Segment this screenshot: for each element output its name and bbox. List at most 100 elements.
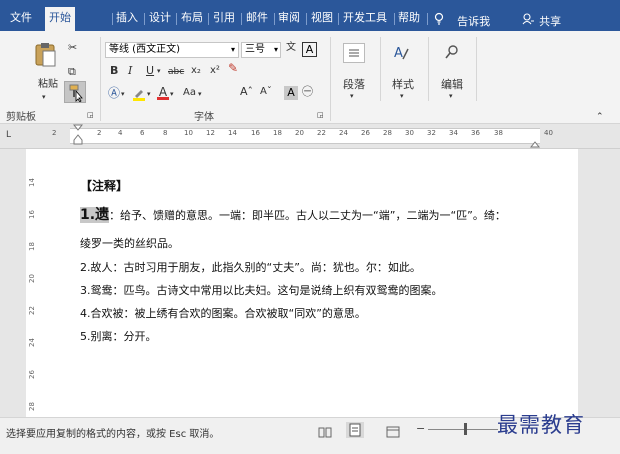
change-case-icon[interactable]: Aa [183, 87, 196, 99]
subscript-icon[interactable]: x₂ [191, 65, 201, 77]
group-divider [476, 37, 477, 101]
styles-icon[interactable]: A [392, 44, 410, 66]
vruler-number: 24 [28, 338, 36, 347]
tell-me-label: 告诉我 [457, 15, 491, 28]
tab-references[interactable]: 引用 [209, 9, 239, 31]
vertical-ruler[interactable]: 14 16 18 20 22 24 26 28 [26, 149, 43, 417]
enclose-characters-icon[interactable]: ㊀ [302, 86, 313, 98]
cut-icon[interactable]: ✂ [68, 42, 77, 54]
search-icon[interactable] [444, 44, 460, 64]
tab-help[interactable]: 帮助 [394, 9, 424, 31]
note-line-4: 4.合欢被：被上绣有合欢的图案。合欢被取“同欢”的意思。 [80, 307, 366, 320]
font-name-combobox[interactable]: 等线 (西文正文) ▾ [105, 42, 239, 58]
indent-marker-icon[interactable] [72, 124, 84, 152]
group-divider [100, 37, 101, 121]
share-label: 共享 [539, 15, 562, 28]
ruler-number: 10 [184, 129, 193, 137]
italic-icon[interactable]: I [128, 65, 132, 77]
paste-button[interactable] [32, 41, 58, 71]
share-button[interactable]: 共享 [522, 10, 561, 29]
ruler-number: 22 [317, 129, 326, 137]
chevron-down-icon[interactable]: ▾ [400, 90, 404, 102]
format-painter-button[interactable] [64, 81, 86, 103]
copy-icon[interactable]: ⧉ [68, 66, 76, 78]
clipboard-icon [35, 43, 56, 67]
chevron-down-icon[interactable]: ▾ [170, 88, 174, 100]
print-layout-icon[interactable] [346, 422, 364, 438]
dialog-launcher-icon[interactable]: ◲ [317, 109, 324, 121]
chevron-down-icon[interactable]: ▾ [198, 88, 202, 100]
tab-mailings[interactable]: 邮件 [242, 9, 272, 31]
ruler-number: 36 [471, 129, 480, 137]
paragraph-icon [349, 49, 359, 57]
tab-design[interactable]: 设计 [145, 9, 175, 31]
chevron-down-icon[interactable]: ▾ [157, 65, 161, 77]
clear-formatting-icon[interactable]: ✎ [228, 62, 238, 74]
vruler-number: 26 [28, 370, 36, 379]
tab-home[interactable]: 开始 [45, 7, 75, 31]
tell-me-box[interactable]: 告诉我 [434, 10, 490, 29]
chevron-down-icon[interactable]: ▾ [350, 90, 354, 102]
group-divider [330, 37, 331, 121]
note-line-3: 3.鸳鸯：匹鸟。古诗文中常用以比夫妇。这句是说绮上织有双鸳鸯的图案。 [80, 284, 443, 297]
ruler-number: 6 [140, 129, 145, 137]
ruler-number: 4 [118, 129, 123, 137]
highlight-icon[interactable] [132, 86, 146, 101]
underline-icon[interactable]: U [146, 65, 154, 77]
ruler-number: 2 [97, 129, 102, 137]
ruler-number: 40 [544, 129, 553, 137]
paragraph-button[interactable] [343, 43, 365, 63]
ruler-number: 38 [494, 129, 503, 137]
tab-insert[interactable]: 插入 [112, 9, 142, 31]
ruler-number: 34 [449, 129, 458, 137]
vruler-number: 20 [28, 274, 36, 283]
dialog-launcher-icon[interactable]: ◲ [87, 109, 94, 121]
tab-view[interactable]: 视图 [307, 9, 337, 31]
font-color-icon[interactable]: A [157, 85, 169, 101]
ruler-number: 28 [383, 129, 392, 137]
format-painter-icon [69, 84, 83, 103]
shrink-font-icon[interactable]: Aˇ [260, 86, 272, 98]
lightbulb-icon [434, 10, 444, 25]
horizontal-ruler[interactable]: L 2 2 4 6 8 10 12 14 16 18 20 22 24 26 2… [0, 124, 620, 149]
font-size-combobox[interactable]: 三号 ▾ [241, 42, 281, 58]
strikethrough-icon[interactable]: abc [168, 66, 184, 78]
chevron-down-icon[interactable]: ▾ [274, 43, 278, 57]
read-mode-icon[interactable] [318, 424, 332, 443]
zoom-slider-thumb[interactable] [464, 423, 467, 435]
chevron-down-icon[interactable]: ▾ [449, 90, 453, 102]
ruler-number: 2 [52, 129, 57, 137]
superscript-icon[interactable]: x² [210, 65, 220, 77]
tab-file[interactable]: 文件 [6, 9, 36, 31]
tab-developer[interactable]: 开发工具 [339, 9, 391, 31]
text-effects-icon[interactable]: Ⓐ [108, 87, 120, 99]
vruler-number: 18 [28, 242, 36, 251]
font-name-value: 等线 (西文正文) [109, 44, 180, 55]
note-line-5: 5.别离：分开。 [80, 330, 157, 343]
chevron-down-icon[interactable]: ▾ [121, 88, 125, 100]
ruler-number: 32 [427, 129, 436, 137]
bold-icon[interactable]: B [110, 65, 118, 77]
character-shading-icon[interactable]: A [284, 86, 298, 100]
note-heading: 【注释】 [80, 179, 129, 193]
character-border-icon[interactable]: A [302, 42, 317, 57]
note-term: 遗 [95, 207, 110, 223]
vruler-number: 22 [28, 306, 36, 315]
chevron-down-icon[interactable]: ▾ [147, 88, 151, 100]
tab-layout[interactable]: 布局 [177, 9, 207, 31]
ruler-number: 16 [251, 129, 260, 137]
ruler-number: 12 [206, 129, 215, 137]
collapse-ribbon-icon[interactable]: ⌃ [596, 111, 604, 123]
zoom-slider[interactable] [428, 429, 498, 430]
tab-separator [427, 13, 428, 25]
ruler-number: 8 [163, 129, 168, 137]
web-layout-icon[interactable] [386, 424, 400, 443]
tab-selector-icon[interactable]: L [6, 130, 16, 140]
grow-font-icon[interactable]: Aˆ [240, 86, 253, 98]
chevron-down-icon[interactable]: ▾ [231, 43, 235, 57]
note-line-2: 2.故人：古时习用于朋友，此指久别的“丈夫”。尚：犹也。尔：如此。 [80, 261, 421, 274]
tab-review[interactable]: 审阅 [274, 9, 304, 31]
chevron-down-icon[interactable]: ▾ [42, 91, 46, 103]
phonetic-guide-icon[interactable]: 文 [286, 42, 296, 54]
zoom-out-icon[interactable]: − [416, 422, 425, 435]
